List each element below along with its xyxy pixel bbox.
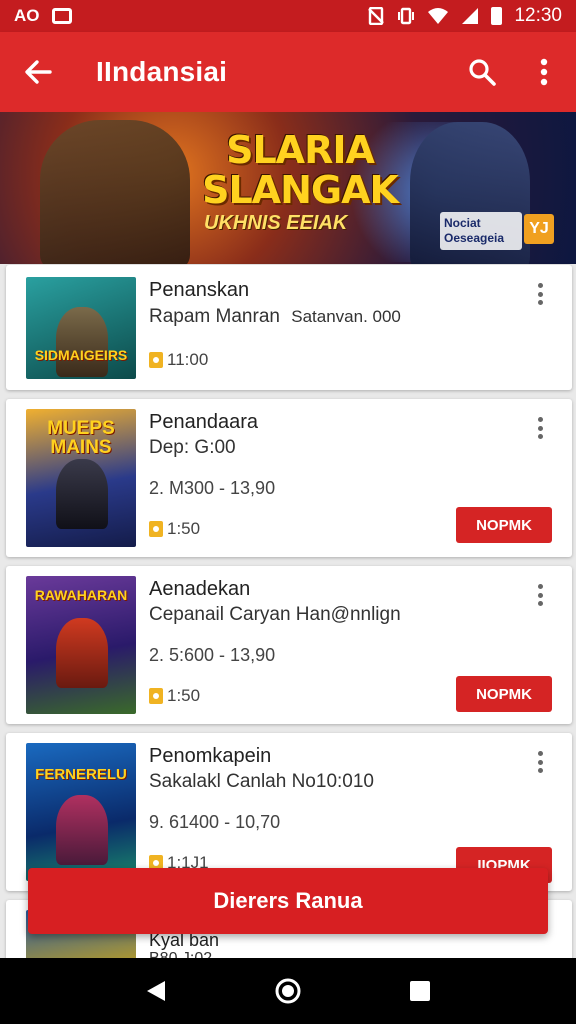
status-time: 12:30 xyxy=(514,5,562,26)
list-item[interactable]: MUEPS MAINS Penandaara Dep: G:00 2. M300… xyxy=(6,399,572,557)
item-subtitle: Dep: G:00 xyxy=(149,437,236,458)
item-price: 1:50 xyxy=(149,519,200,539)
banner-badge-line1: Nociat xyxy=(444,216,481,230)
app-bar: IIndansiai xyxy=(0,32,576,112)
thumb-label: MUEPS MAINS xyxy=(47,418,115,458)
back-arrow-icon xyxy=(25,60,52,84)
signal-icon xyxy=(462,8,479,24)
back-triangle-icon xyxy=(147,981,165,1001)
item-title: Penandaara xyxy=(149,411,258,433)
item-schedule: 2. M300 - 13,90 xyxy=(149,478,276,498)
item-subtitle: Sakalakl Canlah No10:010 xyxy=(149,771,374,792)
item-action-button[interactable]: NOPMK xyxy=(456,676,552,712)
banner-subtitle: UKHNIS EEIAK xyxy=(204,212,348,234)
status-bar: AO 12:30 xyxy=(0,0,576,32)
home-circle-icon xyxy=(275,978,301,1004)
overflow-menu-button[interactable] xyxy=(512,32,576,112)
notification-icon xyxy=(51,8,72,24)
item-thumbnail: MUEPS MAINS xyxy=(26,409,136,547)
item-thumbnail: FERNERELU xyxy=(26,743,136,881)
nav-recents-button[interactable] xyxy=(400,971,440,1011)
recents-square-icon xyxy=(410,981,430,1001)
system-nav-bar xyxy=(0,958,576,1024)
item-price: 1:50 xyxy=(149,686,200,706)
item-title: Penomkapein xyxy=(149,745,272,767)
item-thumbnail: SIDMAIGEIRS xyxy=(26,277,136,379)
item-more-button[interactable] xyxy=(528,279,552,309)
banner-hero-left xyxy=(40,120,190,264)
page-title: IIndansiai xyxy=(96,56,228,87)
item-more-button[interactable] xyxy=(528,580,552,610)
thumb-figure xyxy=(56,459,108,529)
nav-home-button[interactable] xyxy=(268,971,308,1011)
banner-title: SLARIA SLANGAK xyxy=(180,130,420,210)
list-item[interactable]: RAWAHARAN Aenadekan Cepanail Caryan Han@… xyxy=(6,566,572,724)
nav-back-button[interactable] xyxy=(136,971,176,1011)
wifi-icon xyxy=(428,8,449,24)
item-more-button[interactable] xyxy=(528,747,552,777)
banner-badge: Nociat Oeseageia xyxy=(440,212,522,250)
item-price-value: 1:50 xyxy=(167,686,201,705)
item-subtitle-main: Rapam Manran xyxy=(149,306,280,327)
thumb-label: SIDMAIGEIRS xyxy=(34,347,128,363)
list-item[interactable]: SIDMAIGEIRS Penanskan Rapam Manran Satan… xyxy=(6,265,572,390)
thumb-figure xyxy=(56,795,108,865)
item-title: Penanskan xyxy=(149,279,250,301)
more-dot-icon xyxy=(537,283,543,288)
no-sim-icon xyxy=(368,7,385,25)
price-tag-icon xyxy=(149,521,163,537)
more-dot-icon xyxy=(537,584,543,589)
price-tag-icon xyxy=(149,688,163,704)
vibrate-icon xyxy=(398,7,415,25)
item-schedule: 2. 5:600 - 13,90 xyxy=(149,645,276,665)
banner-title-line1: SLARIA xyxy=(226,128,375,172)
more-dot-icon xyxy=(537,751,543,756)
more-vert-icon xyxy=(540,58,548,86)
back-button[interactable] xyxy=(0,32,76,112)
thumb-figure xyxy=(56,618,108,688)
item-thumbnail: RAWAHARAN xyxy=(26,576,136,714)
primary-action-button[interactable]: Dierers Ranua xyxy=(28,868,548,934)
thumb-label: RAWAHARAN xyxy=(34,587,128,603)
thumb-label: FERNERELU xyxy=(35,766,127,783)
thumb-figure xyxy=(56,307,108,377)
item-schedule: 9. 61400 - 10,70 xyxy=(149,812,281,832)
item-price-value: 11:00 xyxy=(167,350,209,369)
item-subtitle: Rapam Manran Satanvan. 000 xyxy=(149,306,401,328)
search-button[interactable] xyxy=(452,32,512,112)
price-tag-icon xyxy=(149,352,163,368)
item-title: Aenadekan xyxy=(149,578,251,600)
item-more-button[interactable] xyxy=(528,413,552,443)
banner-logo-icon: YJ xyxy=(524,214,554,244)
item-subtitle-extra: Satanvan. 000 xyxy=(291,307,401,326)
banner-title-line2: SLANGAK xyxy=(202,168,399,212)
banner-badge-line2: Oeseageia xyxy=(444,231,505,245)
search-icon xyxy=(469,59,496,86)
item-subtitle: Cepanail Caryan Han@nnlign xyxy=(149,604,401,625)
promo-banner[interactable]: SLARIA SLANGAK UKHNIS EEIAK Nociat Oesea… xyxy=(0,112,576,264)
battery-icon xyxy=(491,7,503,25)
item-action-button[interactable]: NOPMK xyxy=(456,507,552,543)
status-app-label: AO xyxy=(14,6,40,25)
item-price-value: 1:50 xyxy=(167,519,201,538)
item-price: 11:00 xyxy=(149,350,208,370)
more-dot-icon xyxy=(537,417,543,422)
